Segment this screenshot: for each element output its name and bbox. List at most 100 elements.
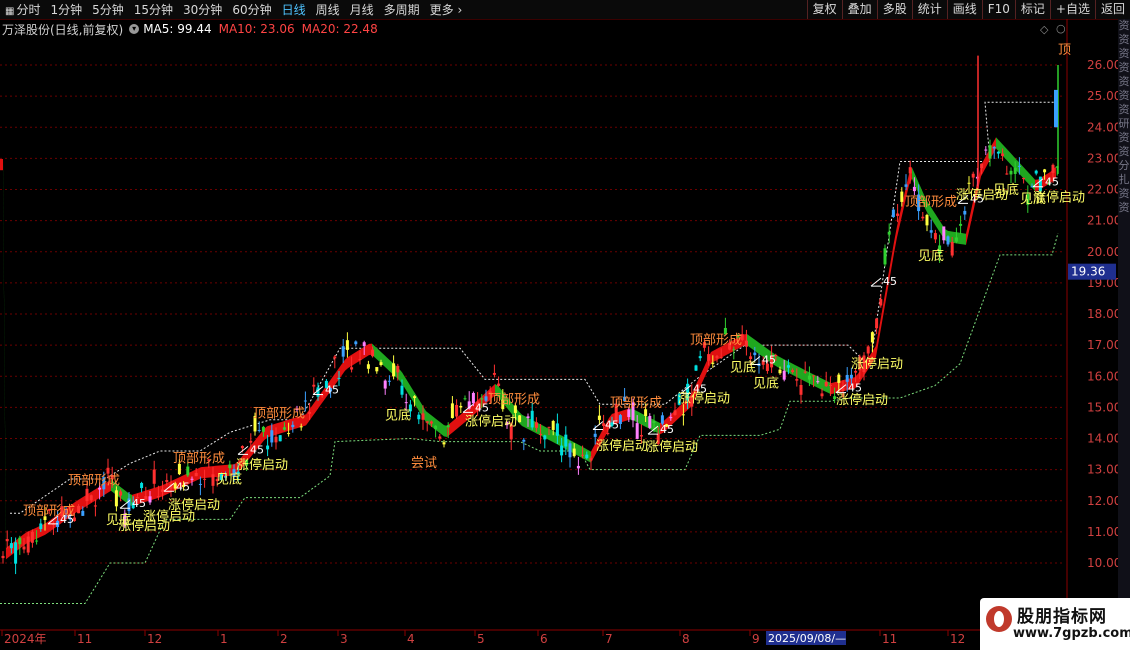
candle-body: [1005, 173, 1009, 175]
ma-ribbon-segment: [939, 219, 942, 236]
candle-body: [539, 433, 543, 435]
price-tick-label: 23.00: [1087, 151, 1118, 165]
date-label: 9: [752, 632, 760, 646]
candle-body: [652, 421, 656, 423]
sidebar-label: 分: [1118, 159, 1130, 172]
candle-body: [812, 375, 816, 377]
candle-body: [362, 342, 366, 347]
candle-body: [954, 237, 958, 242]
candle-body: [450, 403, 454, 418]
ma-ribbon-segment: [459, 413, 462, 428]
price-tick-label: 22.00: [1087, 183, 1118, 197]
signal-label-top: 顶部形成: [488, 393, 540, 408]
ma-ribbon-segment: [579, 445, 582, 458]
candle-body: [618, 415, 622, 424]
candle-body: [371, 349, 375, 357]
ma-ribbon-segment: [450, 420, 453, 435]
candle-body: [119, 491, 123, 496]
signal-label-top: 顶部形成: [253, 407, 305, 422]
candle-body: [992, 147, 996, 149]
candle-body: [753, 352, 757, 356]
price-tick-label: 12.00: [1087, 494, 1118, 508]
ma-ribbon-segment: [882, 293, 885, 323]
ma-ribbon-segment: [348, 355, 351, 369]
candle-body: [572, 448, 576, 457]
candle-body: [274, 436, 278, 443]
candle-body: [350, 367, 354, 370]
ma-ribbon-segment: [1008, 150, 1011, 165]
candle-body: [198, 483, 202, 485]
ma-ribbon-segment: [678, 404, 681, 419]
candle-body: [870, 332, 874, 343]
date-label: 12: [950, 632, 965, 646]
signal-label-limit: 涨停启动: [851, 356, 903, 372]
candle-body: [534, 422, 538, 428]
signal-label-bottom: 见底: [385, 408, 411, 424]
sidebar-label: 研: [1118, 117, 1130, 130]
candle-body: [278, 435, 282, 442]
candle-body: [782, 370, 786, 380]
ma-ribbon-segment: [789, 361, 792, 375]
candle-body: [287, 433, 291, 435]
candle-body: [875, 318, 879, 329]
candle-body: [635, 423, 639, 439]
ma-ribbon-segment: [438, 420, 441, 434]
date-label: 7: [605, 632, 613, 646]
candle-body: [30, 531, 34, 543]
signal-label-limit: 涨停启动: [465, 414, 517, 430]
candle-body: [26, 536, 30, 553]
candle-body: [5, 539, 9, 542]
price-tick-label: 15.00: [1087, 400, 1118, 414]
candle-body: [308, 412, 312, 414]
candle-body: [581, 454, 585, 456]
candle-body: [891, 209, 895, 218]
candle-body: [459, 405, 463, 408]
candle-body: [425, 421, 429, 423]
sidebar-label: 资: [1118, 145, 1130, 158]
sidebar-label: 资: [1118, 201, 1130, 214]
sidebar-label: 资: [1118, 89, 1130, 102]
ma-ribbon-segment: [963, 233, 966, 245]
ma-ribbon-segment: [201, 466, 204, 479]
candle-body: [707, 354, 711, 361]
ma-ribbon-segment: [522, 414, 525, 428]
price-tick-label: 10.00: [1087, 556, 1118, 570]
kline-chart[interactable]: 26.0025.0024.0023.0022.0021.0020.0019.00…: [0, 0, 1118, 650]
ma-ribbon-segment: [453, 418, 456, 433]
candle-body: [1051, 164, 1055, 173]
price-tick-label: 18.00: [1087, 307, 1118, 321]
candle-body: [14, 542, 18, 564]
ma-ribbon-segment: [702, 365, 705, 383]
candle-body: [228, 464, 232, 469]
sidebar-label: 资: [1118, 187, 1130, 200]
candle-body: [383, 380, 387, 389]
ma-ribbon-segment: [1011, 153, 1014, 169]
candle-body: [996, 151, 1000, 154]
candle-body: [980, 163, 984, 169]
candle-body: [299, 426, 303, 428]
candle-body: [455, 404, 459, 417]
ma-ribbon-segment: [639, 412, 642, 425]
candle-body: [547, 426, 551, 428]
candle-body: [400, 385, 404, 395]
candle-body: [971, 173, 975, 178]
price-tick-label: 20.00: [1087, 245, 1118, 259]
candle-body: [333, 356, 337, 359]
ma-ribbon-segment: [408, 381, 411, 399]
candle-body: [392, 363, 396, 377]
candle-body: [434, 425, 438, 430]
ma-ribbon-segment: [984, 154, 987, 171]
candle-body: [1013, 167, 1017, 174]
candle-body: [732, 349, 736, 351]
candle-body: [18, 537, 22, 545]
candle-body: [140, 482, 144, 489]
candle-body: [921, 216, 925, 219]
signal-label-limit: 涨停启动: [596, 438, 648, 454]
candle-body: [312, 384, 316, 387]
date-label: 8: [682, 632, 690, 646]
candle-body: [1038, 176, 1042, 192]
candle-body: [669, 417, 673, 419]
sidebar-label: 资: [1118, 61, 1130, 74]
candle-body: [9, 543, 13, 549]
candle-body: [828, 385, 832, 387]
